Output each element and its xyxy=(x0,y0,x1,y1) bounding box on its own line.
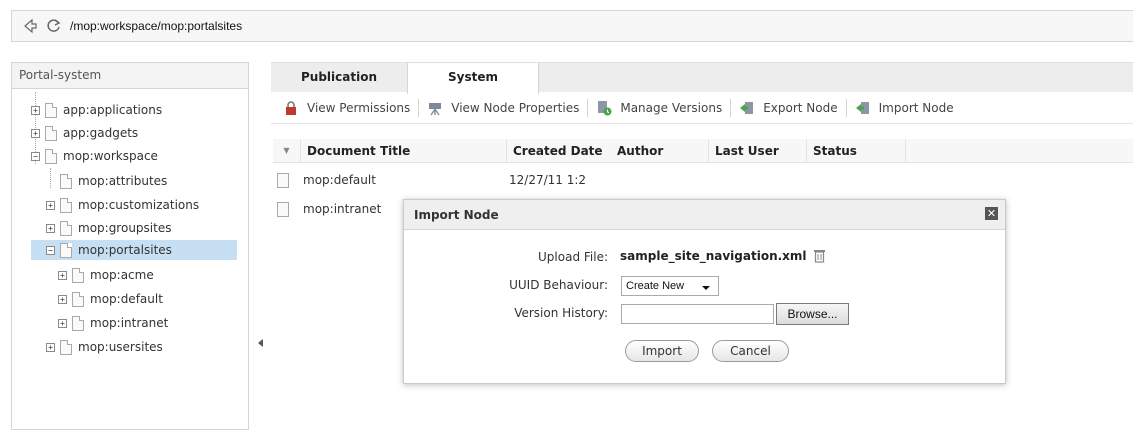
import-node-label: Import Node xyxy=(878,100,954,115)
collapse-panel-arrow-icon[interactable] xyxy=(258,339,263,347)
tab-bar: Publication System xyxy=(271,62,1133,94)
tab-publication[interactable]: Publication xyxy=(271,63,407,93)
document-icon xyxy=(45,148,57,164)
tree-item-label: mop:customizations xyxy=(78,198,200,212)
column-status[interactable]: Status xyxy=(807,138,906,163)
collapse-icon[interactable]: − xyxy=(46,245,55,255)
lock-icon xyxy=(286,100,296,115)
export-node-button[interactable]: Export Node xyxy=(731,98,845,118)
close-icon[interactable]: ✕ xyxy=(985,207,998,220)
import-node-button[interactable]: Import Node xyxy=(847,98,962,118)
tree-item-mop-groupsites[interactable]: + mop:groupsites xyxy=(46,218,171,238)
document-icon xyxy=(277,201,289,217)
tree-item-label: mop:portalsites xyxy=(78,243,172,257)
tree-item-mop-usersites[interactable]: + mop:usersites xyxy=(46,337,163,357)
upload-file-name: sample_site_navigation.xml xyxy=(620,248,807,263)
cancel-button[interactable]: Cancel xyxy=(712,340,789,362)
column-document-title[interactable]: Document Title xyxy=(301,138,507,163)
document-icon xyxy=(60,242,72,258)
expand-icon[interactable]: + xyxy=(58,270,67,280)
tree-item-app-applications[interactable]: + app:applications xyxy=(31,100,162,120)
import-button[interactable]: Import xyxy=(625,340,699,362)
grid-header: ▼ Document Title Created Date Author Las… xyxy=(273,138,1133,163)
document-icon xyxy=(60,220,72,236)
upload-file-row: sample_site_navigation.xml xyxy=(620,248,826,263)
tree-item-mop-customizations[interactable]: + mop:customizations xyxy=(46,195,199,215)
import-node-dialog: Import Node ✕ Upload File: sample_site_n… xyxy=(403,199,1006,384)
tree-item-label: app:gadgets xyxy=(63,126,139,140)
tab-system[interactable]: System xyxy=(407,63,539,94)
expand-icon[interactable]: + xyxy=(58,294,67,304)
dialog-title: Import Node xyxy=(414,208,499,222)
easel-icon xyxy=(429,102,442,115)
document-icon xyxy=(60,197,72,213)
address-path[interactable]: /mop:workspace/mop:portalsites xyxy=(70,19,242,33)
document-icon xyxy=(277,172,289,188)
tree-item-mop-workspace[interactable]: − mop:workspace xyxy=(31,146,158,166)
browse-button[interactable]: Browse... xyxy=(776,303,849,325)
action-toolbar: View Permissions View Node Properties Ma… xyxy=(271,92,1133,124)
version-history-input[interactable] xyxy=(621,304,774,324)
table-row[interactable]: mop:default 12/27/11 1:2 xyxy=(273,169,1133,191)
versions-icon xyxy=(598,100,612,115)
tree-item-mop-attributes[interactable]: mop:attributes xyxy=(46,171,167,191)
expand-icon[interactable]: + xyxy=(46,200,55,210)
tree-item-mop-acme[interactable]: + mop:acme xyxy=(58,265,154,285)
document-icon xyxy=(72,267,84,283)
tree-item-label: mop:usersites xyxy=(78,340,163,354)
manage-versions-label: Manage Versions xyxy=(620,100,723,115)
sort-arrow-icon[interactable]: ▼ xyxy=(273,138,301,163)
document-icon xyxy=(45,102,57,118)
address-bar: /mop:workspace/mop:portalsites xyxy=(11,10,1133,42)
collapse-icon[interactable]: − xyxy=(31,151,40,161)
upload-file-label: Upload File: xyxy=(538,250,608,264)
tree-item-label: mop:workspace xyxy=(63,149,158,163)
dropdown-caret-icon xyxy=(702,286,710,290)
expand-icon[interactable]: + xyxy=(31,128,40,138)
document-icon xyxy=(60,339,72,355)
dialog-title-bar: Import Node ✕ xyxy=(404,200,1005,230)
expand-icon[interactable]: + xyxy=(46,223,55,233)
tree-item-mop-portalsites[interactable]: − mop:portalsites xyxy=(46,240,172,260)
document-icon xyxy=(45,125,57,141)
column-author[interactable]: Author xyxy=(611,138,709,163)
refresh-icon[interactable] xyxy=(46,18,62,34)
view-permissions-label: View Permissions xyxy=(307,100,411,115)
tree-item-label: mop:acme xyxy=(90,268,154,282)
view-node-properties-label: View Node Properties xyxy=(451,100,580,115)
view-permissions-button[interactable]: View Permissions xyxy=(271,98,418,118)
export-icon xyxy=(740,101,754,114)
tree-item-app-gadgets[interactable]: + app:gadgets xyxy=(31,123,138,143)
view-node-properties-button[interactable]: View Node Properties xyxy=(419,98,587,118)
expand-icon[interactable]: + xyxy=(58,318,67,328)
row-title: mop:default xyxy=(303,173,376,187)
uuid-behaviour-select[interactable]: Create New xyxy=(621,276,719,296)
document-icon xyxy=(72,315,84,331)
document-icon xyxy=(72,291,84,307)
tree-item-label: mop:default xyxy=(90,292,163,306)
trash-icon[interactable] xyxy=(813,248,826,263)
column-created-date[interactable]: Created Date xyxy=(507,139,611,163)
version-history-label: Version History: xyxy=(514,306,608,320)
row-created-date: 12/27/11 1:2 xyxy=(509,173,587,187)
tree-item-mop-intranet[interactable]: + mop:intranet xyxy=(58,313,168,333)
uuid-behaviour-value: Create New xyxy=(626,280,685,292)
tree-panel-title: Portal-system xyxy=(12,63,248,89)
tree-item-mop-default[interactable]: + mop:default xyxy=(58,289,163,309)
column-last-user[interactable]: Last User xyxy=(709,138,807,163)
document-icon xyxy=(60,173,72,189)
export-node-label: Export Node xyxy=(763,100,838,115)
tree-item-label: mop:attributes xyxy=(78,174,168,188)
manage-versions-button[interactable]: Manage Versions xyxy=(588,98,730,118)
import-icon xyxy=(855,101,869,114)
expand-icon[interactable]: + xyxy=(31,105,40,115)
tree-item-label: app:applications xyxy=(63,103,163,117)
tree-item-label: mop:intranet xyxy=(90,316,169,330)
uuid-behaviour-label: UUID Behaviour: xyxy=(509,278,608,292)
expand-icon[interactable]: + xyxy=(46,342,55,352)
tree-item-label: mop:groupsites xyxy=(78,221,172,235)
back-arrow-icon[interactable] xyxy=(22,18,38,34)
